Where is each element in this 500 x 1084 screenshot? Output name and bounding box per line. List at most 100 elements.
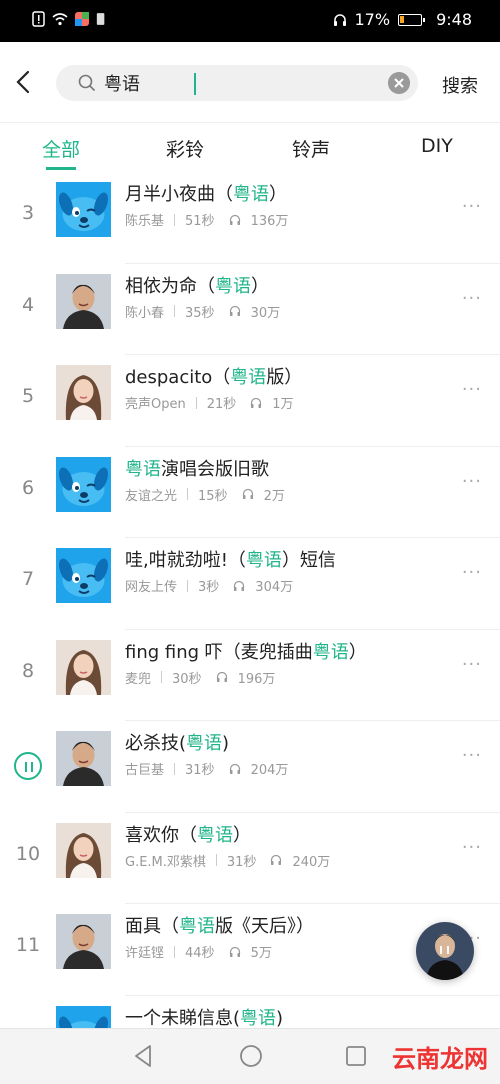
song-duration: 3秒 xyxy=(198,580,220,595)
song-duration: 51秒 xyxy=(185,214,215,229)
song-list: 3 月半小夜曲（粤语） 陈乐基 51秒 136万 ··· 4 相依为命（粤语） 陈小春 35秒 30… xyxy=(0,172,500,1028)
song-duration: 31秒 xyxy=(185,763,215,778)
meta-divider xyxy=(174,305,176,317)
song-title: 相依为命（粤语） xyxy=(125,272,269,298)
song-meta: 麦兜 30秒 196万 xyxy=(125,668,275,687)
more-options-icon[interactable]: ··· xyxy=(462,654,482,675)
watermark: 云南龙网 xyxy=(392,1045,488,1073)
mini-player[interactable] xyxy=(416,922,474,980)
song-row[interactable]: 10 喜欢你（粤语） G.E.M.邓紫棋 31秒 240万 ··· xyxy=(0,813,500,904)
wifi-icon xyxy=(52,13,68,26)
song-plays: 304万 xyxy=(255,580,294,595)
meta-divider xyxy=(187,488,189,500)
song-row[interactable]: 7 哇,咁就劲啦!（粤语）短信 网友上传 3秒 304万 ··· xyxy=(0,538,500,630)
title-text: 演唱会版旧歌 xyxy=(161,458,269,480)
pause-icon[interactable] xyxy=(14,752,42,780)
song-cover xyxy=(56,456,111,512)
tab-diy[interactable]: DIY xyxy=(421,135,453,157)
headphone-icon xyxy=(234,580,245,591)
song-duration: 15秒 xyxy=(198,488,228,504)
search-input[interactable] xyxy=(104,71,374,95)
song-row[interactable]: 4 相依为命（粤语） 陈小春 35秒 30万 ··· xyxy=(0,264,500,355)
song-cover xyxy=(56,273,111,329)
title-text: 版《天后》） xyxy=(215,916,314,937)
nav-home-icon[interactable] xyxy=(238,1043,264,1069)
sim-icon xyxy=(96,13,105,25)
song-row[interactable]: 必杀技(粤语) 古巨基 31秒 204万 ··· xyxy=(0,721,500,813)
song-title: 喜欢你（粤语） xyxy=(125,821,251,847)
song-duration: 35秒 xyxy=(185,305,215,321)
more-options-icon[interactable]: ··· xyxy=(462,288,482,309)
title-highlight: 粤语 xyxy=(230,367,267,388)
search-header: 搜索 xyxy=(0,42,500,122)
tab-indicator xyxy=(46,167,76,170)
mini-player-cover xyxy=(416,922,474,980)
text-caret xyxy=(194,73,196,95)
title-text: ） xyxy=(269,184,287,205)
search-icon xyxy=(78,74,96,92)
song-row[interactable]: 3 月半小夜曲（粤语） 陈乐基 51秒 136万 ··· xyxy=(0,172,500,264)
song-cover xyxy=(56,914,111,969)
title-highlight: 粤语 xyxy=(197,824,233,846)
tab-ringtone[interactable]: 铃声 xyxy=(292,135,330,162)
song-plays: 240万 xyxy=(292,854,331,870)
more-options-icon[interactable]: ··· xyxy=(462,379,482,400)
song-artist: G.E.M.邓紫棋 xyxy=(125,854,206,870)
nav-back-icon[interactable] xyxy=(132,1043,154,1069)
title-text: ) xyxy=(276,1007,284,1029)
title-text: 必杀技( xyxy=(125,733,187,754)
search-box[interactable] xyxy=(56,65,418,101)
meta-divider xyxy=(195,396,197,409)
status-bar: 17% 9:48 xyxy=(0,0,500,42)
headphone-icon xyxy=(251,397,262,408)
song-meta: 网友上传 3秒 304万 xyxy=(125,576,293,595)
tab-all[interactable]: 全部 xyxy=(42,135,80,162)
more-options-icon[interactable]: ··· xyxy=(462,562,482,583)
title-highlight: 粤语 xyxy=(215,275,251,297)
song-cover xyxy=(56,731,111,786)
title-text: ）短信 xyxy=(281,550,336,571)
song-title: 面具（粤语版《天后》） xyxy=(125,912,314,938)
meta-divider xyxy=(174,762,176,775)
headphone-icon xyxy=(333,13,346,26)
search-button[interactable]: 搜索 xyxy=(442,72,478,98)
title-text: ） xyxy=(251,275,269,297)
more-options-icon[interactable]: ··· xyxy=(462,745,482,766)
headphone-icon xyxy=(216,671,227,682)
tab-ringback[interactable]: 彩铃 xyxy=(166,135,204,162)
title-text: 面具（ xyxy=(125,916,179,937)
title-highlight: 粤语 xyxy=(245,550,282,571)
song-row[interactable]: 5 despacito（粤语版） 亮声Open 21秒 1万 ··· xyxy=(0,355,500,447)
song-duration: 31秒 xyxy=(226,854,257,870)
song-plays: 204万 xyxy=(250,763,289,778)
back-arrow-icon[interactable] xyxy=(10,64,38,100)
meta-divider xyxy=(187,579,189,592)
song-duration: 44秒 xyxy=(185,946,215,961)
more-options-icon[interactable]: ··· xyxy=(462,837,482,858)
song-row[interactable]: 6 粤语演唱会版旧歌 友谊之光 15秒 2万 ··· xyxy=(0,447,500,538)
meta-divider xyxy=(174,945,176,958)
more-options-icon[interactable]: ··· xyxy=(462,196,482,217)
song-row[interactable]: 12一个未睇信息(粤语)··· xyxy=(0,996,500,1029)
headphone-icon xyxy=(242,488,253,499)
clock: 9:48 xyxy=(436,10,472,29)
song-plays: 30万 xyxy=(250,305,281,321)
title-text: ） xyxy=(233,824,251,846)
headphone-icon xyxy=(229,763,240,774)
song-cover xyxy=(56,548,111,603)
song-artist: 麦兜 xyxy=(125,671,152,687)
clear-icon[interactable] xyxy=(388,72,410,94)
song-artist: 陈小春 xyxy=(125,305,165,321)
song-title: 一个未睇信息(粤语) xyxy=(125,1004,283,1029)
more-options-icon[interactable]: ··· xyxy=(462,1020,482,1029)
song-meta: 亮声Open 21秒 1万 xyxy=(125,393,294,412)
song-artist: 许廷铿 xyxy=(125,946,165,961)
song-row[interactable]: 8 fing fing 吓（麦兜插曲粤语） 麦兜 30秒 196万 ··· xyxy=(0,630,500,721)
song-meta: 陈乐基 51秒 136万 xyxy=(125,210,288,229)
song-plays: 196万 xyxy=(237,671,276,687)
category-tabs: 全部 彩铃 铃声 DIY xyxy=(0,122,500,172)
nav-recents-icon[interactable] xyxy=(344,1043,368,1069)
title-text: 相依为命（ xyxy=(125,275,215,297)
more-options-icon[interactable]: ··· xyxy=(462,471,482,492)
song-cover xyxy=(56,639,111,695)
